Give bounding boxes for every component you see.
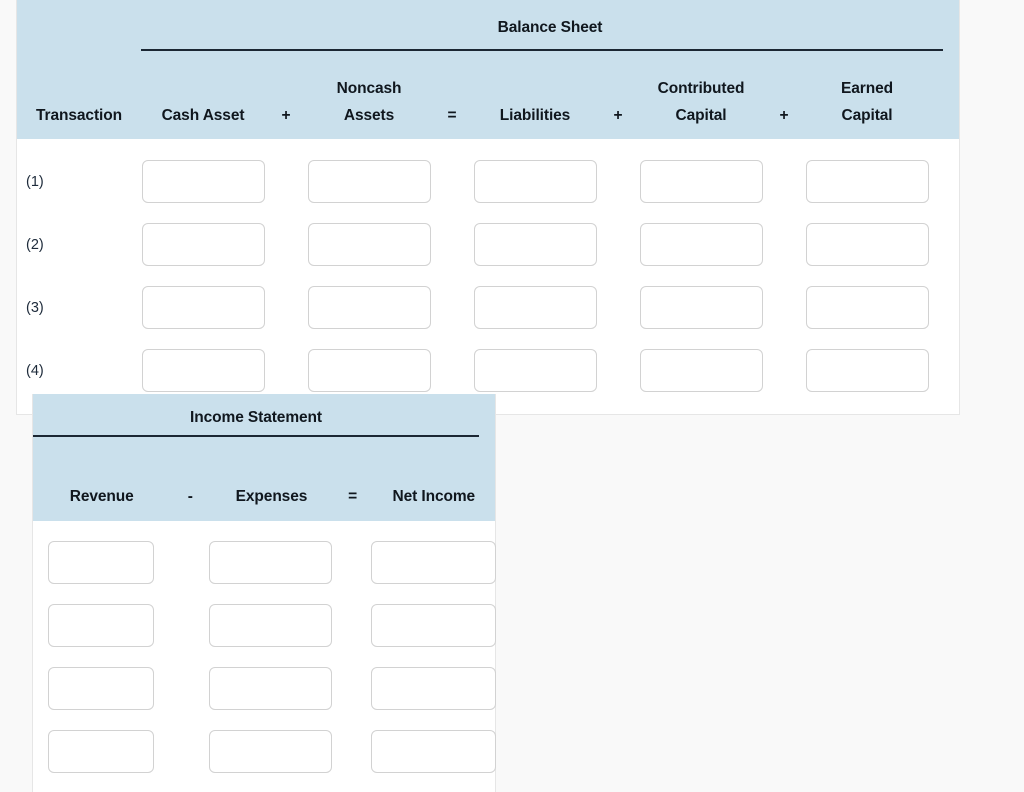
column-header-noncash-assets-line2: Assets	[343, 107, 395, 124]
input-liabilities-4[interactable]	[473, 349, 597, 392]
input-net-income-1[interactable]	[371, 541, 497, 584]
operator-plus-1: +	[281, 107, 291, 124]
column-header-noncash-assets: Noncash Assets	[307, 75, 431, 129]
input-expenses-4[interactable]	[209, 730, 333, 773]
balance-sheet-header: Balance Sheet Transaction Cash Asset + N…	[17, 0, 959, 139]
input-cash-asset-1[interactable]	[141, 160, 265, 203]
balance-sheet-table: Balance Sheet Transaction Cash Asset + N…	[16, 0, 960, 415]
income-statement-title-rule	[33, 435, 479, 437]
input-earned-capital-3[interactable]	[805, 286, 929, 329]
input-contributed-capital-4[interactable]	[639, 349, 763, 392]
balance-sheet-title: Balance Sheet	[497, 19, 603, 36]
column-header-revenue: Revenue	[69, 488, 134, 505]
input-cash-asset-2[interactable]	[141, 223, 265, 266]
input-contributed-capital-3[interactable]	[639, 286, 763, 329]
column-header-expenses: Expenses	[235, 488, 308, 505]
input-noncash-assets-2[interactable]	[307, 223, 431, 266]
input-earned-capital-1[interactable]	[805, 160, 929, 203]
operator-equals-1: =	[447, 107, 457, 124]
operator-minus-1: -	[187, 488, 193, 505]
column-header-cash-asset: Cash Asset	[161, 107, 245, 124]
column-header-contributed-capital: Contributed Capital	[639, 75, 763, 129]
input-noncash-assets-1[interactable]	[307, 160, 431, 203]
income-statement-header: Income Statement Revenue - Expenses = Ne…	[33, 394, 495, 521]
input-expenses-2[interactable]	[209, 604, 333, 647]
column-header-net-income: Net Income	[392, 488, 476, 505]
balance-sheet-body: (1) (2) (3) (4)	[17, 139, 959, 414]
input-cash-asset-3[interactable]	[141, 286, 265, 329]
input-earned-capital-2[interactable]	[805, 223, 929, 266]
input-revenue-1[interactable]	[48, 541, 155, 584]
income-statement-title-row: Income Statement	[33, 394, 495, 437]
operator-plus-3: +	[779, 107, 789, 124]
transaction-label: (3)	[26, 299, 44, 316]
input-revenue-3[interactable]	[48, 667, 155, 710]
column-header-earned-capital-line2: Capital	[841, 107, 893, 124]
input-revenue-2[interactable]	[48, 604, 155, 647]
balance-sheet-title-row: Balance Sheet	[17, 0, 959, 51]
input-expenses-1[interactable]	[209, 541, 333, 584]
transaction-label: (1)	[26, 173, 44, 190]
table-row	[33, 594, 497, 657]
transaction-label: (4)	[26, 362, 44, 379]
operator-plus-2: +	[613, 107, 623, 124]
column-header-earned-capital-line1: Earned	[841, 80, 893, 97]
table-row: (3)	[17, 276, 959, 339]
input-contributed-capital-2[interactable]	[639, 223, 763, 266]
input-revenue-4[interactable]	[48, 730, 155, 773]
input-liabilities-2[interactable]	[473, 223, 597, 266]
income-statement-body	[33, 521, 497, 792]
income-statement-table: Income Statement Revenue - Expenses = Ne…	[32, 394, 497, 792]
column-header-noncash-assets-line1: Noncash	[336, 80, 402, 97]
input-expenses-3[interactable]	[209, 667, 333, 710]
operator-equals-2: =	[348, 488, 358, 505]
column-header-contributed-capital-line1: Contributed	[657, 80, 745, 97]
table-row	[33, 720, 497, 783]
transaction-label: (2)	[26, 236, 44, 253]
input-liabilities-3[interactable]	[473, 286, 597, 329]
input-net-income-4[interactable]	[371, 730, 497, 773]
input-earned-capital-4[interactable]	[805, 349, 929, 392]
income-statement-column-headers: Revenue - Expenses = Net Income	[33, 437, 495, 521]
worksheet-page: Balance Sheet Transaction Cash Asset + N…	[0, 0, 1024, 792]
income-statement-title: Income Statement	[190, 409, 322, 426]
column-header-earned-capital: Earned Capital	[805, 75, 929, 129]
input-cash-asset-4[interactable]	[141, 349, 265, 392]
input-liabilities-1[interactable]	[473, 160, 597, 203]
table-row	[33, 657, 497, 720]
input-net-income-3[interactable]	[371, 667, 497, 710]
column-header-liabilities: Liabilities	[499, 107, 571, 124]
input-net-income-2[interactable]	[371, 604, 497, 647]
input-noncash-assets-4[interactable]	[307, 349, 431, 392]
column-header-transaction: Transaction	[36, 107, 122, 124]
table-row: (2)	[17, 213, 959, 276]
table-row	[33, 531, 497, 594]
balance-sheet-column-headers: Transaction Cash Asset + Noncash Assets …	[17, 51, 959, 139]
input-contributed-capital-1[interactable]	[639, 160, 763, 203]
table-row: (1)	[17, 150, 959, 213]
column-header-contributed-capital-line2: Capital	[675, 107, 727, 124]
input-noncash-assets-3[interactable]	[307, 286, 431, 329]
balance-sheet-title-rule	[141, 49, 943, 51]
table-row: (4)	[17, 339, 959, 402]
